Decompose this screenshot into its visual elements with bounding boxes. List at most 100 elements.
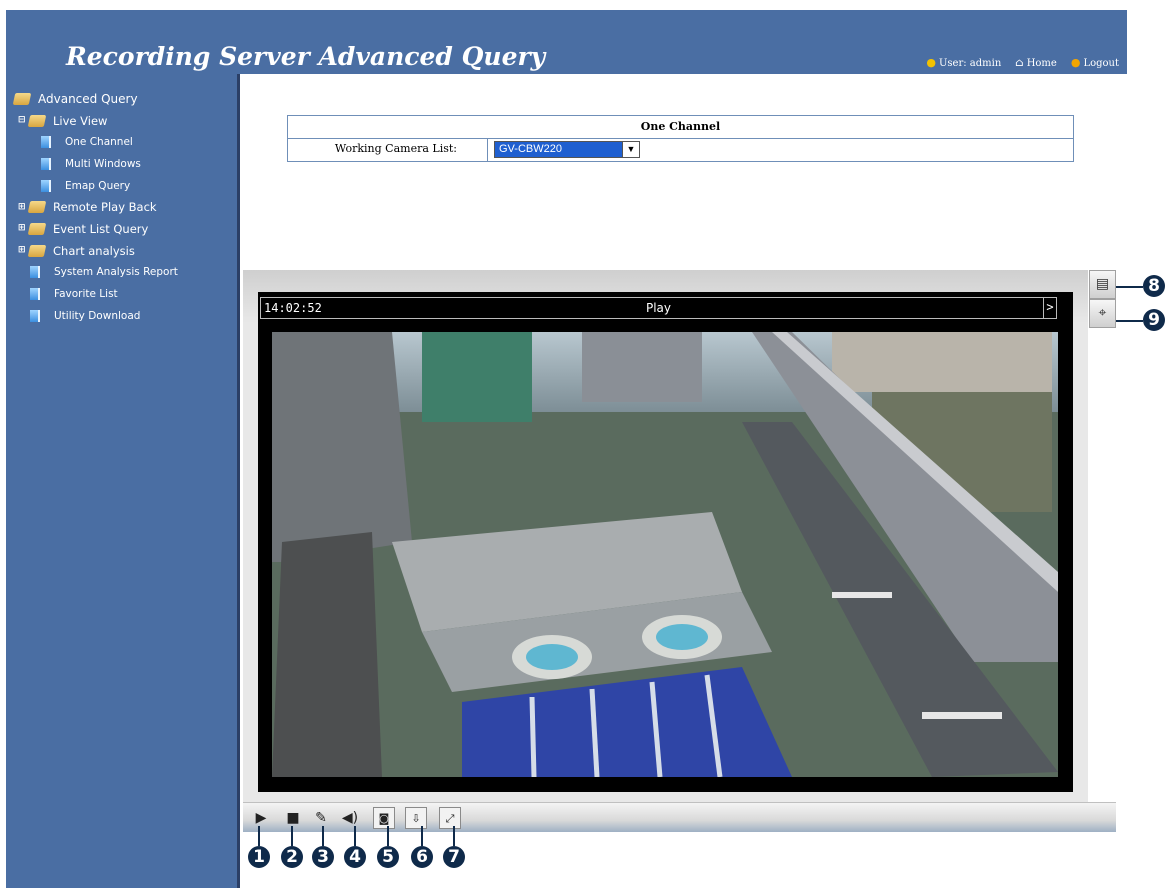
chevron-down-icon[interactable]: ▼ [622, 142, 639, 157]
video-frame-image [272, 332, 1058, 777]
home-label: Home [1026, 58, 1057, 69]
expand-icon[interactable]: ⊞ [18, 246, 26, 255]
nav-live-view[interactable]: ⊟ Live View [14, 110, 178, 132]
viewer-status-bar: 14:02:52 Play > [260, 297, 1057, 319]
nav-label: One Channel [65, 136, 133, 149]
ptz-control-button[interactable]: ⌖ [1089, 299, 1116, 328]
callout-2: 2 [281, 846, 303, 868]
fullscreen-button[interactable]: ⤢ [439, 807, 461, 829]
folder-icon [27, 244, 47, 257]
logout-link[interactable]: ● Logout [1071, 56, 1119, 69]
camera-row: Working Camera List: GV-CBW220 ▼ [288, 139, 1073, 161]
header-links: ● User: admin ⌂ Home ● Logout [926, 56, 1119, 69]
nav-label: Multi Windows [65, 157, 141, 170]
viewer-status: Play [645, 301, 672, 315]
sidebar: Advanced Query ⊟ Live View One Channel Mu… [6, 74, 240, 888]
expand-arrow-button[interactable]: > [1043, 297, 1056, 319]
nav-label: Chart analysis [53, 243, 135, 258]
nav-label: Utility Download [54, 309, 141, 322]
speaker-button[interactable]: ◀) [339, 807, 361, 829]
nav-advanced-query[interactable]: Advanced Query [12, 88, 178, 110]
nav-remote-play-back[interactable]: ⊞ Remote Play Back [14, 196, 178, 218]
nav-label: Favorite List [54, 288, 118, 301]
nav-label: Event List Query [53, 221, 149, 236]
nav-chart-analysis[interactable]: ⊞ Chart analysis [14, 240, 178, 262]
nav-multi-windows[interactable]: Multi Windows [14, 153, 178, 175]
live-viewer: 14:02:52 Play > [243, 270, 1088, 802]
callout-1: 1 [248, 846, 270, 868]
stop-icon: ■ [286, 810, 300, 826]
fullscreen-icon: ⤢ [445, 812, 455, 825]
nav-label: Live View [53, 113, 108, 128]
nav-label: Advanced Query [38, 91, 138, 106]
nav-label: Emap Query [65, 179, 131, 192]
home-link[interactable]: ⌂ Home [1015, 56, 1057, 69]
callout-3: 3 [312, 846, 334, 868]
page-icon [41, 157, 51, 170]
expand-icon[interactable]: ⊟ [18, 116, 26, 125]
play-button[interactable]: ▶ [250, 807, 272, 829]
user-icon: ● [926, 56, 936, 69]
callout-6-leader [421, 826, 423, 846]
app-title: Recording Server Advanced Query [66, 42, 546, 71]
play-icon: ▶ [255, 810, 267, 826]
page-icon [30, 309, 40, 322]
nav-favorite-list[interactable]: Favorite List [14, 283, 178, 305]
folder-icon [27, 222, 47, 235]
callout-7: 7 [443, 846, 465, 868]
viewer-screen: 14:02:52 Play > [258, 292, 1073, 792]
user-label: User: admin [938, 58, 1002, 69]
page-icon [30, 288, 40, 301]
download-icon: ⇩ [411, 812, 421, 825]
nav-utility-download[interactable]: Utility Download [14, 305, 178, 327]
panel-heading: One Channel [288, 116, 1073, 139]
camera-list-label: Working Camera List: [288, 139, 488, 161]
speaker-icon: ◀) [341, 810, 359, 826]
nav-event-list-query[interactable]: ⊞ Event List Query [14, 218, 178, 240]
callout-4: 4 [344, 846, 366, 868]
ptz-camera-icon: ⌖ [1098, 305, 1107, 321]
home-icon: ⌂ [1015, 56, 1024, 69]
folder-icon [27, 114, 47, 127]
list-icon: ▤ [1095, 276, 1110, 292]
microphone-icon: ✎ [315, 810, 327, 826]
nav-emap-query[interactable]: Emap Query [14, 175, 178, 197]
stop-button[interactable]: ■ [282, 807, 304, 829]
header-banner: Recording Server Advanced Query ● User: a… [6, 10, 1127, 74]
folder-icon [12, 92, 32, 105]
callout-7-leader [453, 826, 455, 846]
camera-select-value: GV-CBW220 [499, 143, 562, 155]
expand-icon[interactable]: ⊞ [18, 202, 26, 212]
page-icon [41, 136, 51, 149]
one-channel-panel: One Channel Working Camera List: GV-CBW2… [287, 115, 1074, 162]
lock-icon: ● [1070, 56, 1081, 69]
callout-4-leader [354, 826, 356, 846]
callout-2-leader [291, 826, 293, 846]
page-icon [30, 266, 40, 279]
callout-3-leader [322, 826, 324, 846]
snapshot-button[interactable]: ◙ [373, 807, 395, 829]
callout-8: 8 [1143, 275, 1165, 297]
callout-5-leader [387, 826, 389, 846]
playback-toolbar: ▶ ■ ✎ ◀) ◙ ⇩ ⤢ [243, 802, 1116, 832]
microphone-button[interactable]: ✎ [310, 807, 332, 829]
nav-system-analysis-report[interactable]: System Analysis Report [14, 262, 178, 284]
expand-icon[interactable]: ⊞ [18, 224, 26, 233]
camera-video-feed[interactable] [272, 332, 1058, 777]
save-video-button[interactable]: ⇩ [405, 807, 427, 829]
callout-1-leader [258, 826, 260, 846]
nav-label: System Analysis Report [54, 266, 178, 279]
logout-label: Logout [1083, 58, 1119, 69]
callout-8-leader [1116, 286, 1143, 288]
user-link[interactable]: ● User: admin [926, 56, 1001, 69]
list-view-button[interactable]: ▤ [1089, 270, 1116, 299]
folder-icon [27, 201, 47, 214]
camera-icon: ◙ [378, 812, 390, 825]
nav-tree: Advanced Query ⊟ Live View One Channel Mu… [12, 88, 178, 327]
callout-5: 5 [377, 846, 399, 868]
nav-label: Remote Play Back [53, 200, 157, 215]
camera-select[interactable]: GV-CBW220 ▼ [494, 141, 640, 158]
nav-one-channel[interactable]: One Channel [14, 131, 178, 153]
callout-9-leader [1116, 320, 1143, 322]
callout-6: 6 [411, 846, 433, 868]
